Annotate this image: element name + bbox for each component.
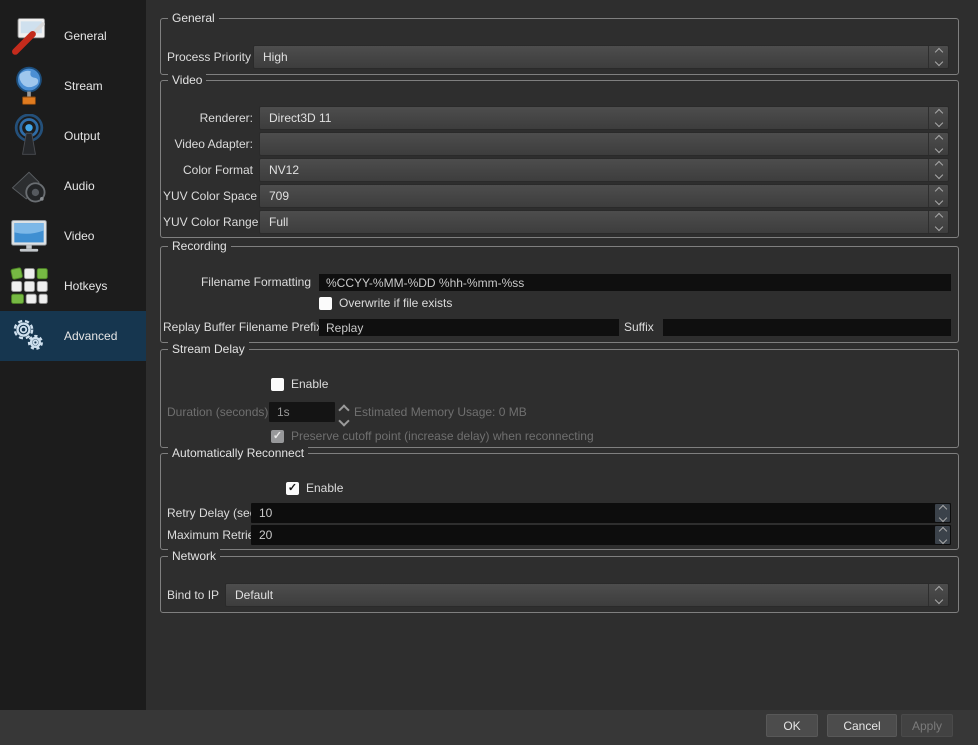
hotkeys-icon — [10, 267, 48, 304]
combo-arrows-icon[interactable] — [928, 133, 948, 155]
sidebar-item-label: Hotkeys — [64, 279, 108, 293]
video-groupbox: Video Renderer: Direct3D 11 Video Adapte… — [160, 73, 959, 238]
combo-arrows-icon[interactable] — [928, 46, 948, 68]
stream-delay-enable-checkbox[interactable] — [271, 378, 284, 391]
advanced-settings-panel: General Process Priority High Video Rend… — [146, 0, 978, 710]
bind-to-ip-label: Bind to IP — [167, 588, 220, 602]
sidebar-item-video[interactable]: Video — [0, 211, 146, 261]
process-priority-select[interactable]: High — [253, 45, 949, 69]
preserve-cutoff-label: Preserve cutoff point (increase delay) w… — [291, 429, 594, 443]
overwrite-label: Overwrite if file exists — [339, 296, 453, 310]
group-title: Network — [168, 549, 221, 564]
retry-delay-spinbox[interactable]: 10 — [251, 503, 951, 523]
process-priority-label: Process Priority — [167, 50, 252, 64]
combo-arrows-icon[interactable] — [928, 107, 948, 129]
color-format-label: Color Format — [182, 163, 253, 177]
sidebar-item-label: Audio — [64, 179, 95, 193]
max-retries-spinbox[interactable]: 20 — [251, 525, 951, 545]
advanced-icon — [13, 319, 43, 350]
combo-arrows-icon[interactable] — [928, 211, 948, 233]
video-adapter-label: Video Adapter: — [174, 137, 253, 151]
renderer-label: Renderer: — [199, 111, 253, 125]
sidebar-item-hotkeys[interactable]: Hotkeys — [0, 261, 146, 311]
duration-spin-arrows-icon[interactable] — [338, 404, 350, 427]
audio-icon — [11, 171, 46, 203]
yuv-color-range-label: YUV Color Range — [163, 215, 259, 229]
replay-prefix-input[interactable] — [319, 319, 619, 336]
network-groupbox: Network Bind to IP Default — [160, 549, 959, 613]
group-title: Stream Delay — [168, 342, 249, 357]
combo-arrows-icon[interactable] — [928, 584, 948, 606]
general-icon — [12, 18, 46, 55]
replay-suffix-input[interactable] — [663, 319, 951, 336]
output-icon — [14, 114, 44, 155]
video-adapter-select[interactable] — [259, 132, 949, 156]
group-title: General — [168, 11, 219, 26]
memory-usage-text: Estimated Memory Usage: 0 MB — [354, 405, 527, 419]
sidebar-item-label: Output — [64, 129, 101, 143]
spin-arrows-icon[interactable] — [935, 526, 950, 544]
stream-delay-enable-label: Enable — [291, 377, 329, 391]
sidebar-item-advanced[interactable]: Advanced — [0, 311, 146, 361]
group-title: Automatically Reconnect — [168, 446, 309, 461]
sidebar-item-label: Video — [64, 229, 95, 243]
yuv-color-space-label: YUV Color Space — [163, 189, 258, 203]
duration-spinbox[interactable]: 1s — [269, 402, 335, 422]
renderer-select[interactable]: Direct3D 11 — [259, 106, 949, 130]
video-icon — [11, 219, 47, 252]
max-retries-label: Maximum Retries — [167, 528, 261, 542]
replay-prefix-label: Replay Buffer Filename Prefix — [163, 320, 323, 334]
sidebar-item-stream[interactable]: Stream — [0, 61, 146, 111]
duration-label: Duration (seconds) — [167, 405, 269, 419]
reconnect-enable-checkbox[interactable] — [286, 482, 299, 495]
stream-delay-groupbox: Stream Delay Enable Duration (seconds) 1… — [160, 342, 959, 448]
combo-arrows-icon[interactable] — [928, 185, 948, 207]
spin-arrows-icon[interactable] — [935, 504, 950, 522]
replay-suffix-label: Suffix — [624, 320, 654, 334]
overwrite-checkbox[interactable] — [319, 297, 332, 310]
yuv-color-range-select[interactable]: Full — [259, 210, 949, 234]
cancel-button[interactable]: Cancel — [827, 714, 897, 737]
sidebar-item-general[interactable]: General — [0, 11, 146, 61]
combo-arrows-icon[interactable] — [928, 159, 948, 181]
group-title: Recording — [168, 239, 231, 254]
bind-to-ip-select[interactable]: Default — [225, 583, 949, 607]
apply-button[interactable]: Apply — [901, 714, 953, 737]
recording-groupbox: Recording Filename Formatting Overwrite … — [160, 239, 959, 343]
reconnect-enable-label: Enable — [306, 481, 344, 495]
sidebar-item-label: General — [64, 29, 107, 43]
settings-sidebar: General Stream Output Audio Video Hotkey… — [0, 0, 146, 710]
sidebar-item-output[interactable]: Output — [0, 111, 146, 161]
group-title: Video — [168, 73, 207, 88]
ok-button[interactable]: OK — [766, 714, 818, 737]
filename-formatting-input[interactable] — [319, 274, 951, 291]
stream-icon — [16, 66, 42, 105]
general-groupbox: General Process Priority High — [160, 11, 959, 75]
yuv-color-space-select[interactable]: 709 — [259, 184, 949, 208]
sidebar-item-label: Advanced — [64, 329, 118, 343]
sidebar-item-audio[interactable]: Audio — [0, 161, 146, 211]
sidebar-item-label: Stream — [64, 79, 103, 93]
filename-formatting-label: Filename Formatting — [200, 275, 311, 289]
auto-reconnect-groupbox: Automatically Reconnect Enable Retry Del… — [160, 446, 959, 550]
color-format-select[interactable]: NV12 — [259, 158, 949, 182]
preserve-cutoff-checkbox[interactable] — [271, 430, 284, 443]
